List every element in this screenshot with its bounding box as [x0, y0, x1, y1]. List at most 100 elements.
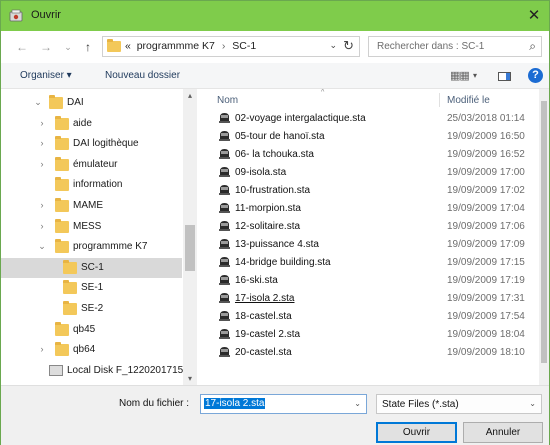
sidebar-item[interactable]: › qb64 [1, 340, 182, 360]
column-divider[interactable] [439, 93, 440, 107]
scroll-up-icon[interactable]: ▴ [183, 91, 197, 100]
breadcrumb: « programmme K7 › SC-1 [125, 40, 256, 52]
file-row[interactable]: 20-castel.sta 19/09/2009 18:10 [203, 343, 549, 361]
folder-icon [55, 177, 69, 192]
address-row: ← → ⌄ ↑ « programmme K7 › SC-1 ⌄ ↻ Reche… [1, 31, 549, 63]
file-modified-date: 19/09/2009 17:04 [447, 203, 525, 214]
new-folder-button[interactable]: Nouveau dossier [105, 70, 180, 81]
file-row[interactable]: 13-puissance 4.sta 19/09/2009 17:09 [203, 235, 549, 253]
cancel-button[interactable]: Annuler [463, 422, 543, 443]
chevron-right-icon[interactable]: › [37, 118, 47, 128]
file-row[interactable]: 09-isola.sta 19/09/2009 17:00 [203, 163, 549, 181]
sidebar-item[interactable]: ⌄ programmme K7 [1, 237, 182, 257]
sidebar-item[interactable]: qb45 [1, 320, 182, 340]
back-button[interactable]: ← [15, 39, 29, 55]
sidebar-item[interactable]: SE-1 [1, 278, 182, 298]
folder-icon [49, 95, 63, 109]
sidebar-item-label: SE-1 [81, 282, 104, 294]
file-row[interactable]: 18-castel.sta 19/09/2009 17:54 [203, 307, 549, 325]
forward-button[interactable]: → [39, 39, 53, 55]
file-row[interactable]: 11-morpion.sta 19/09/2009 17:04 [203, 199, 549, 217]
close-button[interactable]: ✕ [519, 1, 549, 31]
file-row[interactable]: 19-castel 2.sta 19/09/2009 18:04 [203, 325, 549, 343]
file-row[interactable]: 16-ski.sta 19/09/2009 17:19 [203, 271, 549, 289]
file-row[interactable]: 02-voyage intergalactique.sta 25/03/2018 … [203, 109, 549, 127]
navigation-scrollbar[interactable]: ▴ ▾ [183, 89, 197, 385]
scroll-down-icon[interactable]: ▾ [183, 374, 197, 383]
file-selection-bar: Nom du fichier : 17-isola 2.sta ⌄ State … [1, 385, 549, 445]
column-header-modified[interactable]: Modifié le [447, 95, 490, 106]
sidebar-item[interactable]: information [1, 175, 182, 195]
open-button[interactable]: Ouvrir [376, 422, 457, 443]
sidebar-item-label: SC-1 [81, 261, 104, 273]
chevron-right-icon[interactable]: › [37, 221, 47, 231]
sidebar-item[interactable]: SE-2 [1, 299, 182, 319]
sidebar-item[interactable]: › MAME [1, 196, 182, 216]
sidebar-item[interactable]: Local Disk F_12202017157 [1, 361, 189, 381]
filetype-select[interactable]: State Files (*.sta) ⌄ [376, 394, 542, 414]
breadcrumb-item[interactable]: SC-1 [232, 40, 256, 52]
state-file-icon [218, 274, 231, 286]
filename-dropdown-icon[interactable]: ⌄ [354, 399, 361, 408]
sidebar-item[interactable]: › aide [1, 114, 182, 134]
refresh-icon[interactable]: ↻ [343, 38, 354, 54]
state-file-icon [218, 166, 231, 178]
file-name: 12-solitaire.sta [235, 221, 301, 232]
sidebar-item-label: SE-2 [81, 303, 104, 314]
file-modified-date: 19/09/2009 18:10 [447, 347, 525, 358]
folder-icon [55, 156, 69, 171]
chevron-right-icon[interactable]: › [37, 344, 47, 354]
search-input[interactable]: Rechercher dans : SC-1 ⌕ [368, 36, 542, 57]
sidebar-item[interactable]: › DAI logithèque [1, 134, 182, 154]
search-placeholder: Rechercher dans : SC-1 [377, 41, 485, 52]
breadcrumb-separator[interactable]: › [222, 40, 226, 52]
file-name: 06- la tchouka.sta [235, 149, 314, 160]
state-file-icon [218, 328, 231, 340]
sidebar-item[interactable]: › MESS [1, 217, 182, 237]
view-options-icon[interactable]: ▦▦ [450, 69, 470, 82]
file-modified-date: 19/09/2009 17:31 [447, 293, 525, 304]
file-modified-date: 19/09/2009 16:50 [447, 131, 525, 142]
file-row[interactable]: 05-tour de hanoï.sta 19/09/2009 16:50 [203, 127, 549, 145]
scrollbar-thumb[interactable] [185, 225, 195, 271]
chevron-down-icon[interactable]: ⌄ [37, 241, 47, 252]
sidebar-item-label: qb45 [73, 323, 96, 335]
sidebar-item[interactable]: › émulateur [1, 155, 182, 175]
file-row[interactable]: 17-isola 2.sta 19/09/2009 17:31 [203, 289, 549, 307]
chevron-down-icon[interactable]: ⌄ [33, 97, 43, 108]
filename-value[interactable]: 17-isola 2.sta [204, 398, 266, 409]
address-dropdown-icon[interactable]: ⌄ [329, 40, 337, 51]
file-name: 05-tour de hanoï.sta [235, 131, 325, 142]
up-button[interactable]: ↑ [81, 39, 95, 55]
filename-field[interactable]: 17-isola 2.sta ⌄ [200, 394, 367, 414]
sidebar-item-label: programmme K7 [73, 241, 148, 253]
state-file-icon [218, 346, 231, 358]
organize-button[interactable]: Organiser ▾ [20, 70, 72, 81]
folder-icon [63, 280, 77, 295]
file-row[interactable]: 12-solitaire.sta 19/09/2009 17:06 [203, 217, 549, 235]
filetype-dropdown-icon[interactable]: ⌄ [529, 399, 536, 408]
breadcrumb-item[interactable]: programmme K7 [137, 40, 215, 52]
search-icon[interactable]: ⌕ [529, 39, 536, 54]
file-row[interactable]: 14-bridge building.sta 19/09/2009 17:15 [203, 253, 549, 271]
file-row[interactable]: 10-frustration.sta 19/09/2009 17:02 [203, 181, 549, 199]
address-bar[interactable]: « programmme K7 › SC-1 ⌄ ↻ [102, 36, 360, 57]
preview-pane-icon[interactable] [498, 72, 511, 81]
chevron-right-icon[interactable]: › [37, 138, 47, 148]
filename-label: Nom du fichier : [119, 398, 190, 409]
help-icon[interactable]: ? [528, 68, 543, 83]
file-modified-date: 19/09/2009 17:19 [447, 275, 525, 286]
chevron-right-icon[interactable]: › [37, 159, 47, 169]
state-file-icon [218, 256, 231, 268]
sidebar-item-label: émulateur [73, 158, 118, 170]
view-dropdown-icon[interactable]: ▾ [473, 71, 477, 80]
chevron-right-icon[interactable]: › [37, 200, 47, 210]
file-modified-date: 19/09/2009 17:00 [447, 167, 525, 178]
sidebar-item[interactable]: SC-1 [1, 257, 182, 278]
sidebar-item[interactable]: ⌄ DAI [1, 93, 182, 113]
file-name: 18-castel.sta [235, 311, 292, 322]
recent-locations-button[interactable]: ⌄ [61, 39, 75, 55]
breadcrumb-overflow[interactable]: « [125, 40, 131, 52]
file-row[interactable]: 06- la tchouka.sta 19/09/2009 16:52 [203, 145, 549, 163]
column-header-name[interactable]: Nom [217, 95, 238, 106]
